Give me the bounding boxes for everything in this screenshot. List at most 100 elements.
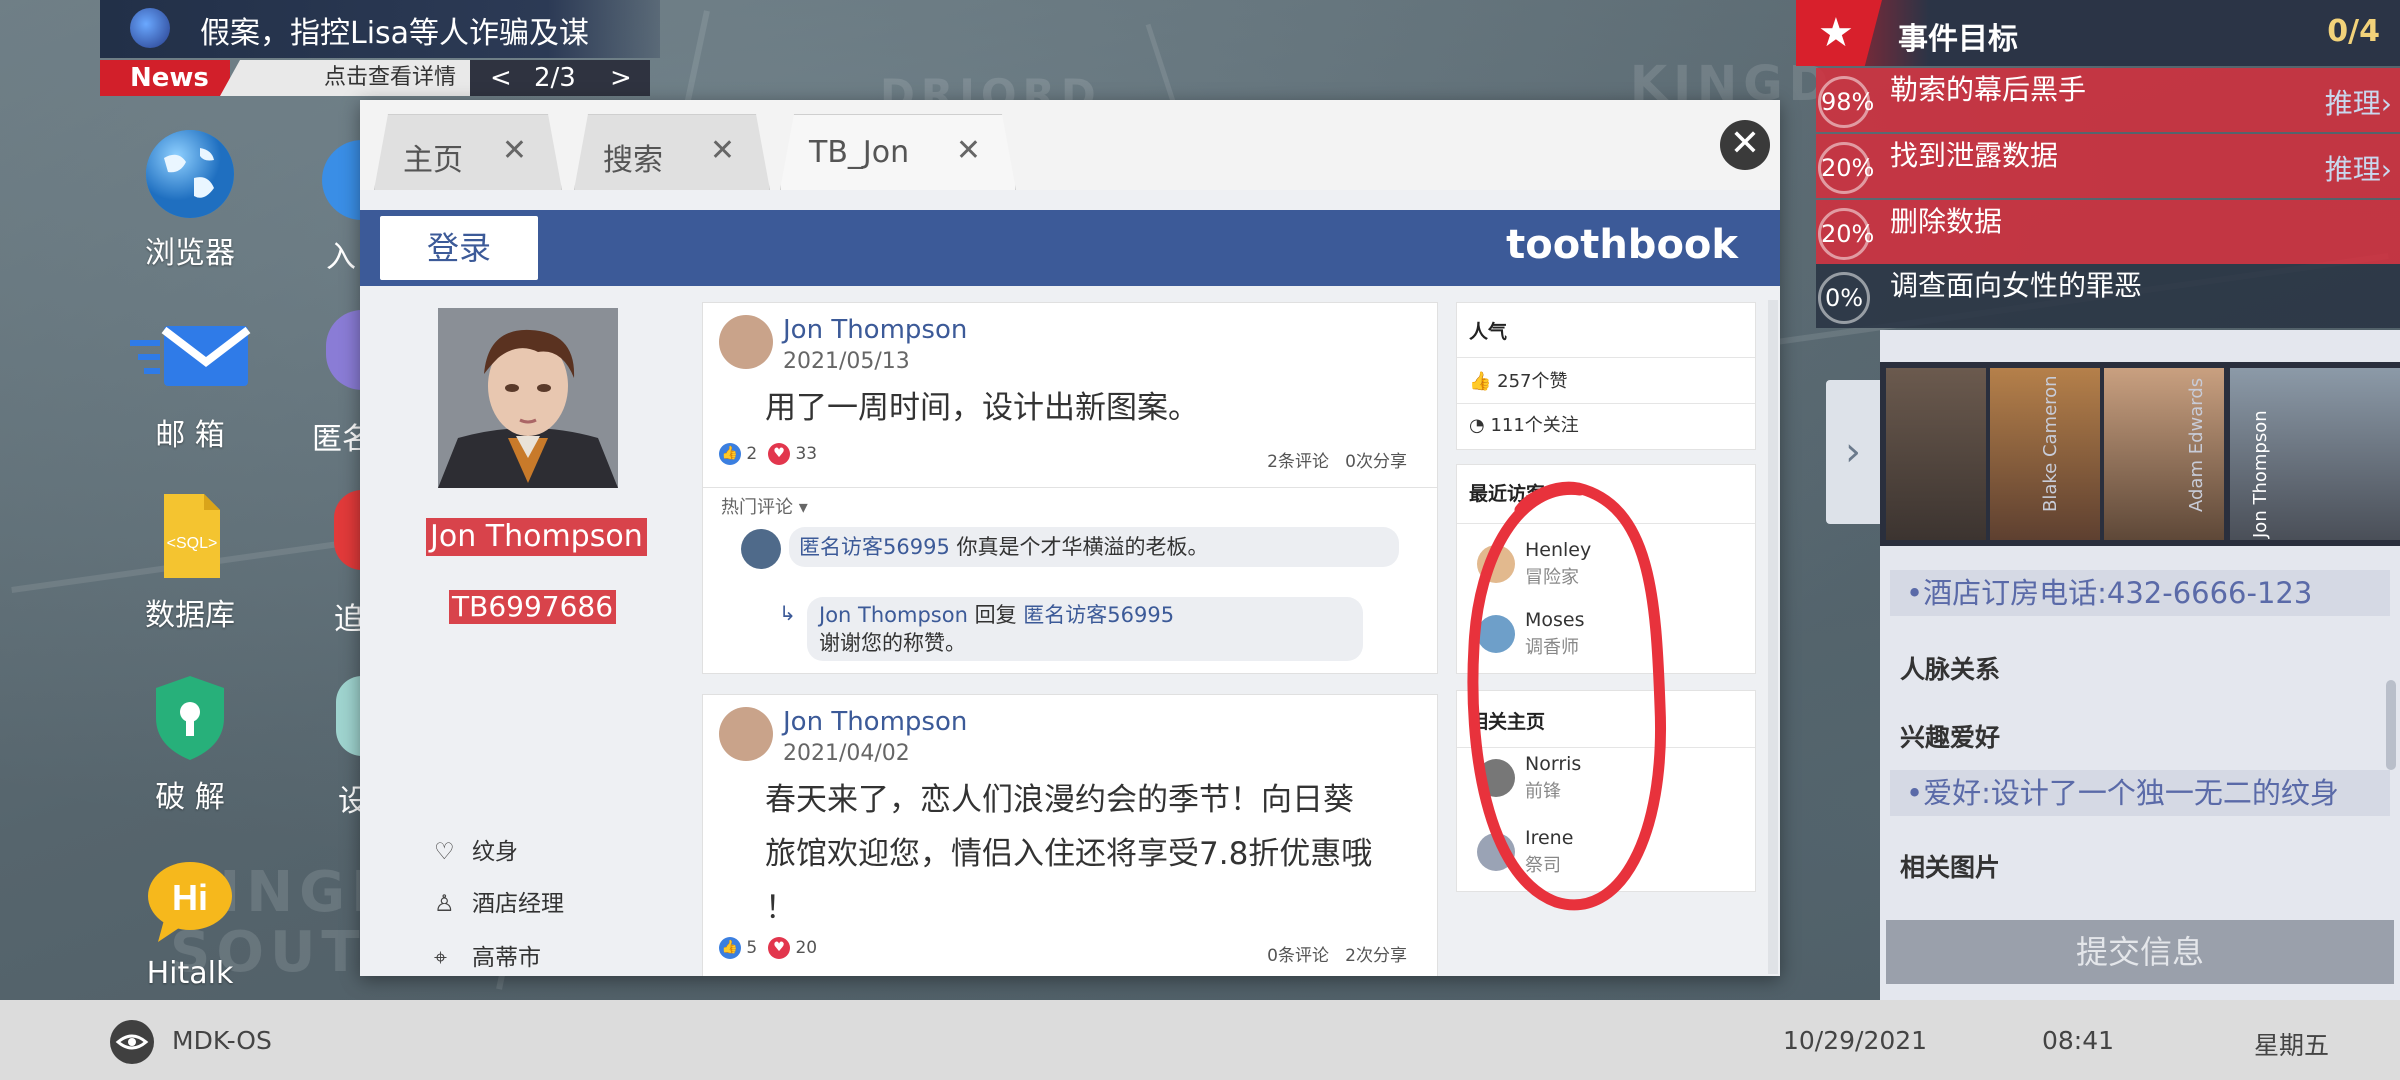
tab-home-label: 主页	[403, 143, 463, 178]
hot-comments-toggle[interactable]: 热门评论 ▾	[721, 493, 808, 519]
browser-app[interactable]: 浏览器	[120, 128, 260, 272]
like-icon[interactable]: 👍	[719, 937, 741, 959]
heart-outline-icon: ♡	[434, 839, 455, 865]
portrait-name: Blake Cameron	[2040, 375, 2061, 512]
reply-arrow-icon: ↳	[779, 601, 796, 625]
close-icon[interactable]: ✕	[710, 133, 735, 168]
heart-count: 20	[795, 938, 818, 958]
post-meta: 0条评论 2次分享	[1267, 941, 1407, 966]
related-role: 祭司	[1525, 855, 1561, 876]
goal-mastermind[interactable]: 98% 勒索的幕后黑手 推理›	[1816, 68, 2400, 132]
tab-search[interactable]: 搜索 ✕	[574, 114, 770, 190]
reply-user[interactable]: Jon Thompson	[819, 603, 968, 627]
heart-icon[interactable]: ♥	[768, 937, 791, 959]
tracker-app-icon[interactable]	[334, 490, 362, 570]
visitor-name: Henley	[1525, 539, 1592, 561]
thumbs-up-icon: 👍	[1469, 371, 1492, 392]
location-icon: ⌖	[434, 945, 447, 971]
goal-progress: 20%	[1818, 208, 1874, 260]
goal-text: 删除数据	[1890, 205, 2003, 238]
share-count[interactable]: 2次分享	[1345, 946, 1407, 966]
shield-icon	[144, 672, 236, 764]
profile-avatar	[438, 308, 618, 488]
crack-app[interactable]: 破 解	[120, 672, 260, 816]
deduce-button[interactable]: 推理›	[2325, 148, 2392, 188]
info-tattoo: ♡ 纹身	[434, 832, 518, 866]
comment-user[interactable]: 匿名访客56995	[799, 535, 950, 559]
relations-heading[interactable]: 人脉关系	[1900, 650, 2000, 686]
profile-id: TB6997686	[449, 590, 617, 624]
goal-leaked-data[interactable]: 20% 找到泄露数据 推理›	[1816, 134, 2400, 198]
post-author[interactable]: Jon Thompson	[783, 315, 967, 345]
profile-column: Jon Thompson TB6997686 ♡ 纹身 ♙ 酒店经理 ⌖ 高蒂市	[360, 286, 700, 976]
images-heading[interactable]: 相关图片	[1900, 848, 2000, 884]
goal-text: 找到泄露数据	[1890, 139, 2059, 172]
news-prev-button[interactable]: <	[490, 60, 512, 96]
post-date: 2021/04/02	[783, 741, 910, 766]
comment-count[interactable]: 2条评论	[1267, 452, 1329, 472]
tab-home[interactable]: 主页 ✕	[374, 114, 562, 190]
news-headline[interactable]: 假案，指控Lisa等人诈骗及谋	[200, 8, 589, 52]
post-2: Jon Thompson 2021/04/02 春天来了，恋人们浪漫约会的季节！…	[702, 694, 1438, 976]
submit-button[interactable]: 提交信息	[1886, 920, 2394, 984]
browser-app-label: 浏览器	[145, 236, 235, 271]
mail-icon	[130, 310, 251, 402]
panel-toggle-arrow[interactable]: ›	[1826, 380, 1880, 524]
eye-icon[interactable]	[110, 1020, 154, 1064]
portrait-1[interactable]	[1886, 368, 1986, 540]
hitalk-icon: Hi	[144, 856, 236, 948]
goal-progress: 98%	[1818, 76, 1874, 128]
rss-icon: ◔	[1469, 415, 1485, 436]
post-text: 用了一周时间，设计出新图案。	[765, 390, 1199, 426]
related-name: Norris	[1525, 753, 1582, 775]
hitalk-app[interactable]: Hi Hitalk	[120, 856, 260, 991]
info-location: ⌖ 高蒂市	[434, 938, 541, 972]
close-icon[interactable]: ✕	[502, 133, 527, 168]
goal-investigate[interactable]: 0% 调查面向女性的罪恶	[1816, 264, 2400, 328]
taskbar: MDK-OS 10/29/2021 08:41 星期五	[0, 1000, 2400, 1080]
settings-app-icon[interactable]	[336, 676, 362, 756]
author-avatar[interactable]	[719, 315, 773, 369]
post-author[interactable]: Jon Thompson	[783, 707, 967, 737]
database-app[interactable]: <SQL> 数据库	[120, 490, 260, 634]
goal-delete-data[interactable]: 20% 删除数据	[1816, 200, 2400, 264]
globe-icon	[130, 8, 170, 48]
sql-file-icon: <SQL>	[144, 490, 236, 582]
deduce-button[interactable]: 推理›	[2325, 82, 2392, 122]
avatar	[1477, 759, 1515, 797]
goal-progress: 20%	[1818, 142, 1874, 194]
post-text-line: 春天来了，恋人们浪漫约会的季节！向日葵	[765, 782, 1354, 818]
avatar	[1477, 615, 1515, 653]
comment-bubble: 匿名访客56995 你真是个才华横溢的老板。	[789, 527, 1399, 567]
likes-stat: 👍 257个赞	[1469, 367, 1568, 393]
star-badge: ★	[1796, 0, 1882, 66]
reply-verb: 回复	[974, 603, 1017, 627]
site-brand: toothbook	[1506, 222, 1738, 268]
hobbies-heading[interactable]: 兴趣爱好	[1900, 718, 2000, 754]
tab-tb-jon[interactable]: TB_Jon ✕	[780, 114, 1016, 190]
close-icon[interactable]: ✕	[956, 133, 981, 168]
heart-count: 33	[795, 444, 818, 464]
share-count[interactable]: 0次分享	[1345, 452, 1407, 472]
news-next-button[interactable]: >	[610, 60, 632, 96]
window-scrollbar[interactable]	[1768, 300, 1778, 974]
commenter-avatar	[741, 529, 781, 569]
heart-icon[interactable]: ♥	[768, 443, 791, 465]
news-ticker[interactable]: 假案，指控Lisa等人诈骗及谋	[100, 0, 660, 58]
visitor-role: 调香师	[1525, 637, 1579, 658]
visitor-role: 冒险家	[1525, 567, 1579, 588]
panel-scrollbar[interactable]	[2386, 680, 2396, 770]
site-header: 登录 toothbook	[360, 210, 1780, 286]
comment-count[interactable]: 0条评论	[1267, 946, 1329, 966]
reply-target[interactable]: 匿名访客56995	[1023, 603, 1174, 627]
portrait-name: Adam Edwards	[2186, 377, 2207, 512]
avatar	[1477, 833, 1515, 871]
os-name: MDK-OS	[172, 1026, 272, 1055]
goal-text: 勒索的幕后黑手	[1890, 73, 2087, 106]
event-goals-title: 事件目标	[1898, 22, 2018, 57]
mail-app[interactable]: 邮 箱	[120, 310, 260, 454]
author-avatar[interactable]	[719, 707, 773, 761]
login-button[interactable]: 登录	[380, 216, 538, 280]
like-icon[interactable]: 👍	[719, 443, 741, 465]
window-close-button[interactable]: ✕	[1720, 120, 1770, 170]
